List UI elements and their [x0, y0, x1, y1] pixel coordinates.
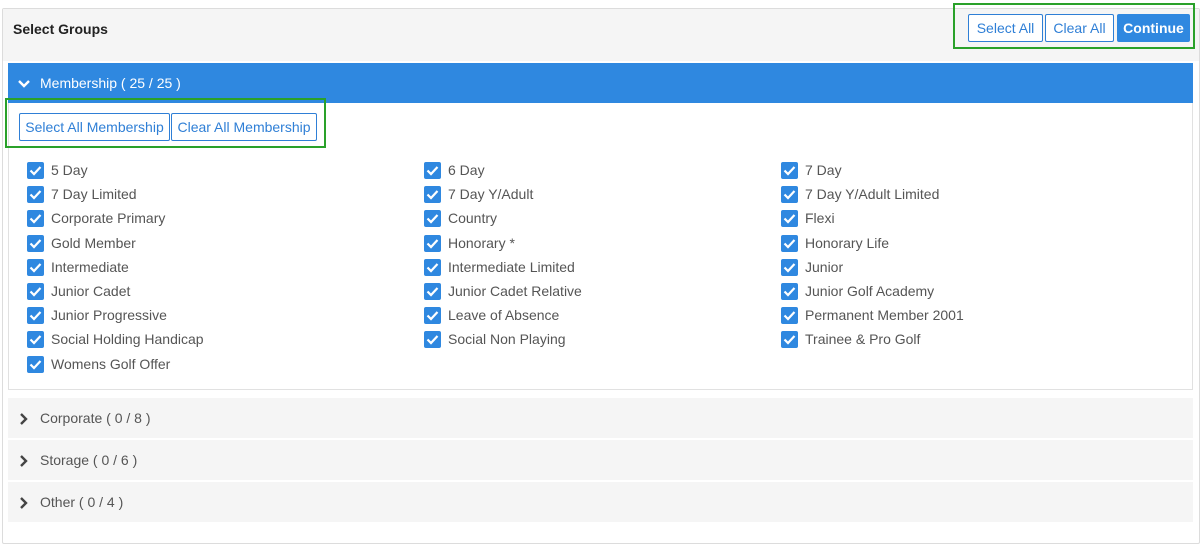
checkbox-label: Junior: [805, 259, 844, 275]
checkbox-checked-icon[interactable]: [781, 210, 798, 227]
checkbox-checked-icon[interactable]: [424, 259, 441, 276]
top-actions-highlight: Select All Clear All Continue: [953, 3, 1195, 49]
group-title: Membership ( 25 / 25 ): [40, 75, 181, 91]
group-actions-highlight: Select All Membership Clear All Membersh…: [5, 98, 326, 148]
checkbox-label: 7 Day Y/Adult: [448, 186, 534, 202]
checkbox-checked-icon[interactable]: [781, 259, 798, 276]
checkbox-label: Flexi: [805, 210, 835, 226]
chevron-right-icon: [14, 398, 34, 438]
checkbox-label: Junior Progressive: [51, 307, 167, 323]
select-all-membership-button[interactable]: Select All Membership: [19, 113, 170, 141]
checkbox-label: Intermediate: [51, 259, 129, 275]
checkbox-checked-icon[interactable]: [424, 235, 441, 252]
checkbox-label: 6 Day: [448, 162, 485, 178]
group-header-corporate[interactable]: Corporate ( 0 / 8 ): [8, 398, 1193, 438]
checkbox-label: 5 Day: [51, 162, 88, 178]
clear-all-membership-button[interactable]: Clear All Membership: [171, 113, 317, 141]
checkbox-checked-icon[interactable]: [27, 186, 44, 203]
group-header-other[interactable]: Other ( 0 / 4 ): [8, 482, 1193, 522]
checkbox-label: Womens Golf Offer: [51, 356, 171, 372]
checkbox-checked-icon[interactable]: [27, 210, 44, 227]
select-all-button[interactable]: Select All: [968, 14, 1043, 42]
checkbox-label: Social Holding Handicap: [51, 331, 204, 347]
checkbox-checked-icon[interactable]: [424, 162, 441, 179]
checkbox-checked-icon[interactable]: [27, 235, 44, 252]
page-title: Select Groups: [13, 21, 108, 37]
checkbox-label: Trainee & Pro Golf: [805, 331, 921, 347]
checkbox-checked-icon[interactable]: [424, 331, 441, 348]
checkbox-checked-icon[interactable]: [424, 210, 441, 227]
checkbox-checked-icon[interactable]: [424, 307, 441, 324]
checkbox-checked-icon[interactable]: [27, 162, 44, 179]
checkbox-checked-icon[interactable]: [781, 162, 798, 179]
checkbox-label: Junior Cadet Relative: [448, 283, 582, 299]
checkbox-checked-icon[interactable]: [781, 186, 798, 203]
checkbox-checked-icon[interactable]: [781, 235, 798, 252]
checkbox-checked-icon[interactable]: [781, 331, 798, 348]
checkbox-checked-icon[interactable]: [781, 283, 798, 300]
group-header-storage[interactable]: Storage ( 0 / 6 ): [8, 440, 1193, 480]
checkbox-label: 7 Day Y/Adult Limited: [805, 186, 940, 202]
checkbox-checked-icon[interactable]: [27, 331, 44, 348]
checkbox-label: 7 Day Limited: [51, 186, 137, 202]
checkbox-checked-icon[interactable]: [781, 307, 798, 324]
checkbox-checked-icon[interactable]: [27, 283, 44, 300]
checkbox-checked-icon[interactable]: [424, 283, 441, 300]
checkbox-label: Leave of Absence: [448, 307, 560, 323]
group-title: Other ( 0 / 4 ): [40, 494, 124, 510]
checkbox-label: Permanent Member 2001: [805, 307, 964, 323]
checkbox-checked-icon[interactable]: [27, 356, 44, 373]
checkbox-label: Gold Member: [51, 235, 136, 251]
chevron-right-icon: [14, 482, 34, 522]
clear-all-button[interactable]: Clear All: [1045, 14, 1114, 42]
checkbox-checked-icon[interactable]: [27, 307, 44, 324]
continue-button[interactable]: Continue: [1117, 14, 1190, 42]
checkbox-checked-icon[interactable]: [27, 259, 44, 276]
group-title: Corporate ( 0 / 8 ): [40, 410, 151, 426]
checkbox-label: Social Non Playing: [448, 331, 566, 347]
checkbox-label: Country: [448, 210, 498, 226]
checkbox-label: Junior Cadet: [51, 283, 131, 299]
chevron-down-icon: [14, 63, 34, 103]
checkbox-label: Junior Golf Academy: [805, 283, 935, 299]
checkbox-label: 7 Day: [805, 162, 842, 178]
checkbox-label: Intermediate Limited: [448, 259, 575, 275]
checkbox-checked-icon[interactable]: [424, 186, 441, 203]
checkbox-label: Honorary *: [448, 235, 515, 251]
checkbox-label: Corporate Primary: [51, 210, 166, 226]
chevron-right-icon: [14, 440, 34, 480]
checkbox-label: Honorary Life: [805, 235, 890, 251]
group-title: Storage ( 0 / 6 ): [40, 452, 138, 468]
group-header-membership[interactable]: Membership ( 25 / 25 ): [8, 63, 1193, 103]
